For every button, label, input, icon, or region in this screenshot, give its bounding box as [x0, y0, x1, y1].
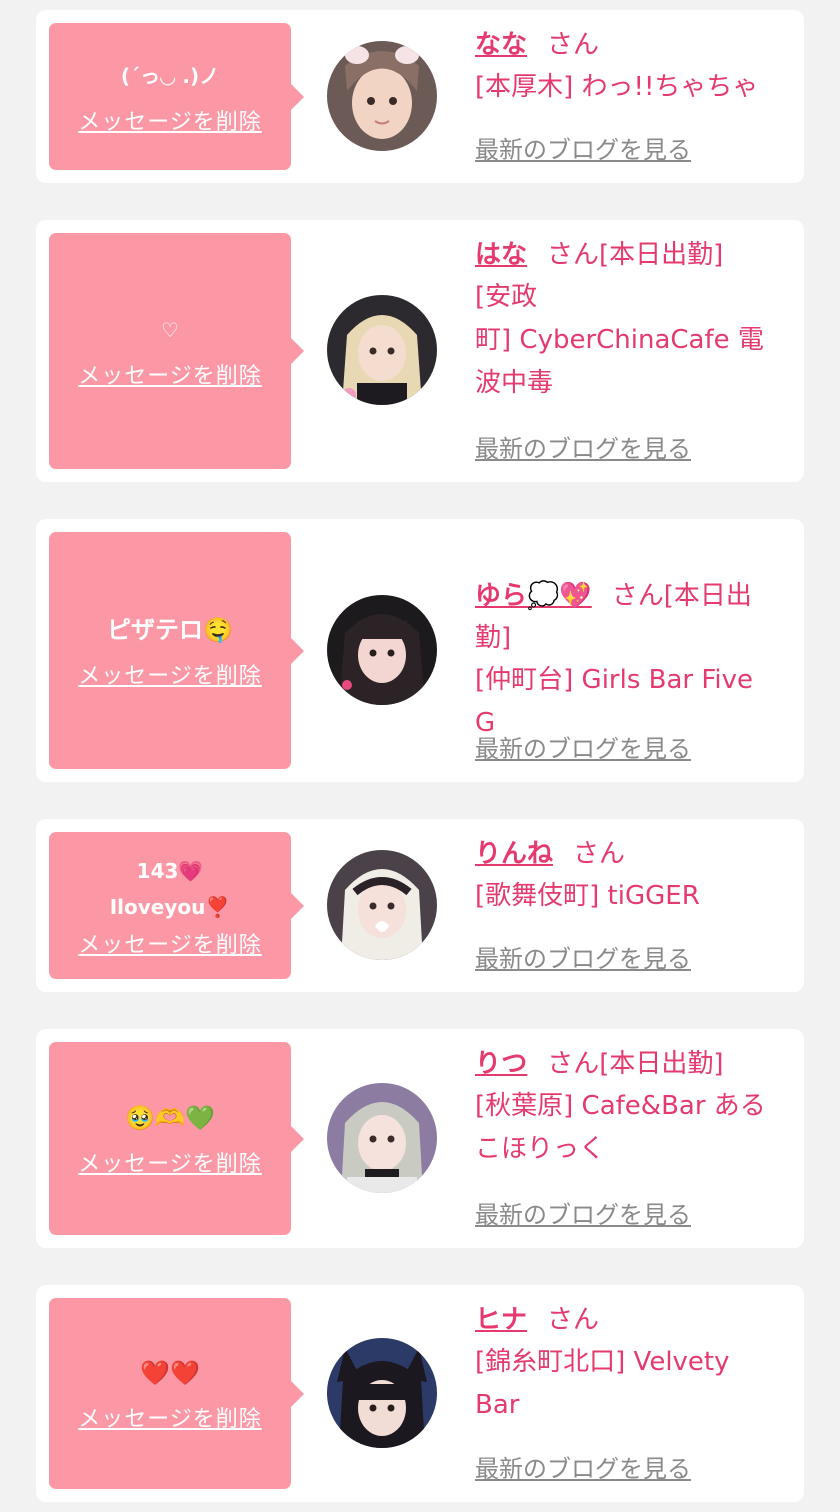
message-card: ♡ メッセージを削除 はな さん[本日出勤] [安政 町] CyberChinaC…	[36, 220, 804, 482]
work-status: [本日出勤]	[599, 1049, 724, 1079]
name-line: ゆら💭💖 さん[本日出 勤]	[475, 533, 790, 659]
avatar[interactable]	[327, 595, 437, 705]
honorific: さん	[547, 1305, 600, 1335]
message-card: ❤️❤️ メッセージを削除 ヒナ さん [錦糸町北口] Velvety Bar 最…	[36, 1285, 804, 1502]
avatar[interactable]	[327, 41, 437, 151]
avatar[interactable]	[327, 1083, 437, 1193]
girl-info: りつ さん[本日出勤] [秋葉原] Cafe&Bar ある こほりっく	[475, 1043, 790, 1171]
girl-name-link[interactable]: りつ	[475, 1049, 527, 1079]
shop-name: [錦糸町北口] Velvety Bar	[475, 1347, 730, 1420]
latest-blog-link[interactable]: 最新のブログを見る	[475, 939, 691, 974]
latest-blog-link[interactable]: 最新のブログを見る	[475, 1449, 691, 1484]
delete-message-link[interactable]: メッセージを削除	[78, 358, 262, 390]
work-status: [本日出勤]	[599, 240, 724, 270]
message-bubble: 143💗 Iloveyou❣️ メッセージを削除	[49, 832, 304, 979]
message-bubble: 🥹🫶💚 メッセージを削除	[49, 1042, 304, 1235]
shop-name: [安政 町] CyberChinaCafe 電 波中毒	[475, 282, 764, 398]
name-line: ヒナ さん	[475, 1299, 790, 1341]
message-card: (ˊっ◡ .)ノ メッセージを削除 なな さん [本厚木] わっ!!ちゃちゃ 最新…	[36, 10, 804, 183]
message-bubble: ♡ メッセージを削除	[49, 233, 304, 469]
message-text: 143💗 Iloveyou❣️	[109, 858, 231, 919]
message-text: ❤️❤️	[140, 1358, 200, 1387]
girl-name-link[interactable]: ヒナ	[475, 1305, 527, 1335]
message-text: ピザテロ🤤	[107, 615, 233, 644]
honorific: さん	[547, 240, 600, 270]
avatar[interactable]	[327, 295, 437, 405]
latest-blog-link[interactable]: 最新のブログを見る	[475, 429, 691, 464]
girl-name-link[interactable]: りんね	[475, 839, 553, 869]
girl-info: ヒナ さん [錦糸町北口] Velvety Bar	[475, 1299, 790, 1427]
avatar[interactable]	[327, 850, 437, 960]
message-bubble: (ˊっ◡ .)ノ メッセージを削除	[49, 23, 304, 170]
shop-name: [歌舞伎町] tiGGER	[475, 881, 700, 911]
girl-info: なな さん [本厚木] わっ!!ちゃちゃ	[475, 24, 790, 109]
shop-name: [秋葉原] Cafe&Bar ある こほりっく	[475, 1091, 766, 1164]
delete-message-link[interactable]: メッセージを削除	[78, 1401, 262, 1433]
girl-info: はな さん[本日出勤] [安政 町] CyberChinaCafe 電 波中毒	[475, 234, 790, 405]
name-line: はな さん[本日出勤]	[475, 234, 790, 276]
name-line: りつ さん[本日出勤]	[475, 1043, 790, 1085]
message-card: 143💗 Iloveyou❣️ メッセージを削除 りんね さん [歌舞伎町] ti…	[36, 819, 804, 992]
message-text: (ˊっ◡ .)ノ	[120, 63, 220, 88]
delete-message-link[interactable]: メッセージを削除	[78, 927, 262, 959]
delete-message-link[interactable]: メッセージを削除	[78, 104, 262, 136]
latest-blog-link[interactable]: 最新のブログを見る	[475, 729, 691, 764]
message-card: ピザテロ🤤 メッセージを削除 ゆら💭💖 さん[本日出 勤] [仲町台] Girls…	[36, 519, 804, 782]
message-text: 🥹🫶💚	[125, 1103, 215, 1132]
shop-name: [本厚木] わっ!!ちゃちゃ	[475, 72, 759, 102]
girl-name-link[interactable]: ゆら💭💖	[475, 581, 592, 611]
message-bubble: ❤️❤️ メッセージを削除	[49, 1298, 304, 1489]
honorific: さん	[573, 839, 626, 869]
girl-name-link[interactable]: なな	[475, 30, 527, 60]
honorific: さん	[547, 1049, 600, 1079]
name-line: りんね さん	[475, 833, 790, 875]
delete-message-link[interactable]: メッセージを削除	[78, 1146, 262, 1178]
message-card: 🥹🫶💚 メッセージを削除 りつ さん[本日出勤] [秋葉原] Cafe&Bar あ…	[36, 1029, 804, 1248]
girl-info: ゆら💭💖 さん[本日出 勤] [仲町台] Girls Bar Five G	[475, 533, 790, 745]
latest-blog-link[interactable]: 最新のブログを見る	[475, 130, 691, 165]
message-bubble: ピザテロ🤤 メッセージを削除	[49, 532, 304, 769]
name-line: なな さん	[475, 24, 790, 66]
honorific: さん	[611, 581, 664, 611]
latest-blog-link[interactable]: 最新のブログを見る	[475, 1195, 691, 1230]
girl-info: りんね さん [歌舞伎町] tiGGER	[475, 833, 790, 918]
honorific: さん	[547, 30, 600, 60]
delete-message-link[interactable]: メッセージを削除	[78, 658, 262, 690]
avatar[interactable]	[327, 1338, 437, 1448]
girl-name-link[interactable]: はな	[475, 240, 527, 270]
message-text: ♡	[161, 318, 179, 342]
